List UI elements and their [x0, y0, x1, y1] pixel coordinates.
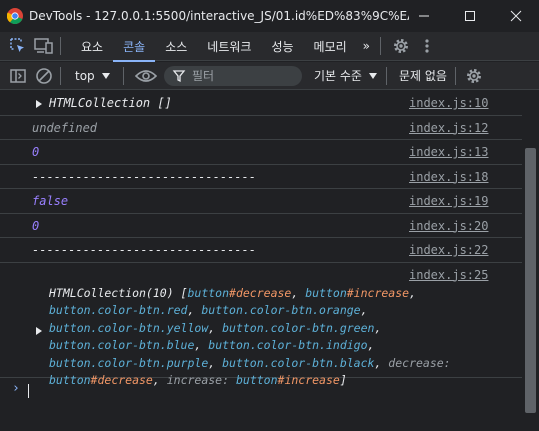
context-selector[interactable]: top [75, 69, 119, 83]
caret-down-icon [101, 72, 110, 79]
window-title: DevTools - 127.0.0.1:5500/interactive_JS… [29, 9, 409, 23]
clear-console-icon [36, 67, 52, 84]
context-selector-label: top [75, 68, 95, 83]
tab-separator [380, 37, 382, 55]
console-message-text: 0 [32, 145, 40, 159]
console-message-htmlcollection: index.js:25 HTMLCollection(10) [button#d… [0, 263, 522, 387]
console-message: 0 index.js:13 [0, 140, 522, 165]
more-vertical-icon [425, 39, 429, 53]
console-message-text: ------------------------------- [32, 243, 256, 257]
console-message-text: ------------------------------- [32, 169, 256, 184]
tab-4[interactable]: 성능 [261, 32, 303, 61]
source-link[interactable]: index.js:12 [409, 121, 518, 135]
gear-icon [394, 39, 409, 53]
close-button[interactable] [493, 0, 539, 32]
console-message: 0 index.js:20 [0, 214, 522, 238]
toolbar-separator [60, 66, 61, 85]
eye-icon [135, 69, 157, 82]
expand-triangle-icon[interactable] [36, 100, 42, 108]
console-message-text: false [32, 194, 69, 208]
expand-triangle-icon[interactable] [36, 326, 42, 335]
toolbar-separator [454, 66, 456, 85]
toolbar-separator [385, 66, 387, 85]
prompt-chevron-icon: › [12, 380, 20, 396]
console-output[interactable]: HTMLCollection [] index.js:10 undefined ind… [0, 91, 522, 431]
source-link[interactable]: index.js:13 [409, 145, 518, 159]
tab-2[interactable]: 소스 [155, 32, 197, 61]
title-bar: DevTools - 127.0.0.1:5500/interactive_JS… [0, 0, 539, 32]
scrollbar-thumb[interactable] [525, 148, 536, 413]
source-link[interactable]: index.js:19 [409, 194, 518, 208]
clear-console-button[interactable] [32, 64, 56, 88]
console-message: ------------------------------- index.js:… [0, 238, 522, 263]
console-message-text: 0 [32, 218, 40, 233]
source-link[interactable]: index.js:10 [409, 96, 518, 110]
devtools-tab-bar: 요소 콘솔 소스 네트워크 성능 메모리 » [0, 32, 539, 62]
console-message-text: undefined [32, 120, 98, 135]
source-link[interactable]: index.js:20 [409, 219, 518, 233]
filter-input[interactable] [192, 68, 302, 83]
settings-button[interactable] [389, 34, 413, 58]
chrome-logo-icon [7, 8, 23, 24]
htmlcollection-preview[interactable]: HTMLCollection(10) [button#decrease, but… [49, 285, 458, 390]
log-levels-dropdown[interactable]: 기본 수준 [314, 67, 378, 84]
device-toolbar-button[interactable] [32, 34, 56, 58]
console-settings-button[interactable] [462, 64, 486, 88]
console-message: false index.js:19 [0, 189, 522, 214]
more-tabs-button[interactable]: » [357, 32, 376, 61]
live-expression-button[interactable] [132, 64, 160, 88]
device-toolbar-icon [34, 38, 53, 54]
tab-3[interactable]: 네트워크 [197, 32, 261, 61]
show-sidebar-button[interactable] [6, 64, 30, 88]
tab-separator [60, 37, 61, 55]
console-scrollbar[interactable] [522, 91, 539, 431]
filter-box [164, 65, 302, 86]
tab-5[interactable]: 메모리 [304, 32, 357, 61]
filter-icon [172, 69, 186, 82]
close-icon [510, 10, 522, 22]
more-options-button[interactable] [415, 34, 439, 58]
minimize-button[interactable] [401, 0, 447, 32]
minimize-icon [419, 15, 429, 17]
maximize-icon [465, 11, 475, 21]
console-message-text[interactable]: HTMLCollection [] [49, 96, 172, 110]
source-link[interactable]: index.js:22 [409, 243, 518, 257]
issues-counter[interactable]: 문제 없음 [399, 67, 447, 84]
maximize-button[interactable] [447, 0, 493, 32]
console-message: HTMLCollection [] index.js:10 [0, 91, 522, 116]
console-toolbar: top 기본 수준 문제 없음 [0, 62, 539, 90]
source-link[interactable]: index.js:25 [409, 268, 518, 282]
tab-0[interactable]: 요소 [71, 32, 113, 61]
prompt-caret [28, 383, 29, 398]
log-levels-label: 기본 수준 [314, 69, 362, 83]
gear-icon [466, 68, 481, 83]
toolbar-separator [123, 66, 124, 85]
console-message: ------------------------------- index.js:… [0, 165, 522, 189]
caret-down-icon [368, 72, 377, 79]
source-link[interactable]: index.js:18 [409, 170, 518, 184]
console-prompt[interactable]: › [0, 378, 522, 406]
console-message: undefined index.js:12 [0, 116, 522, 140]
tab-1[interactable]: 콘솔 [113, 32, 156, 62]
sidebar-icon [10, 68, 26, 83]
inspect-element-button[interactable] [6, 34, 30, 58]
inspect-element-icon [10, 38, 24, 52]
